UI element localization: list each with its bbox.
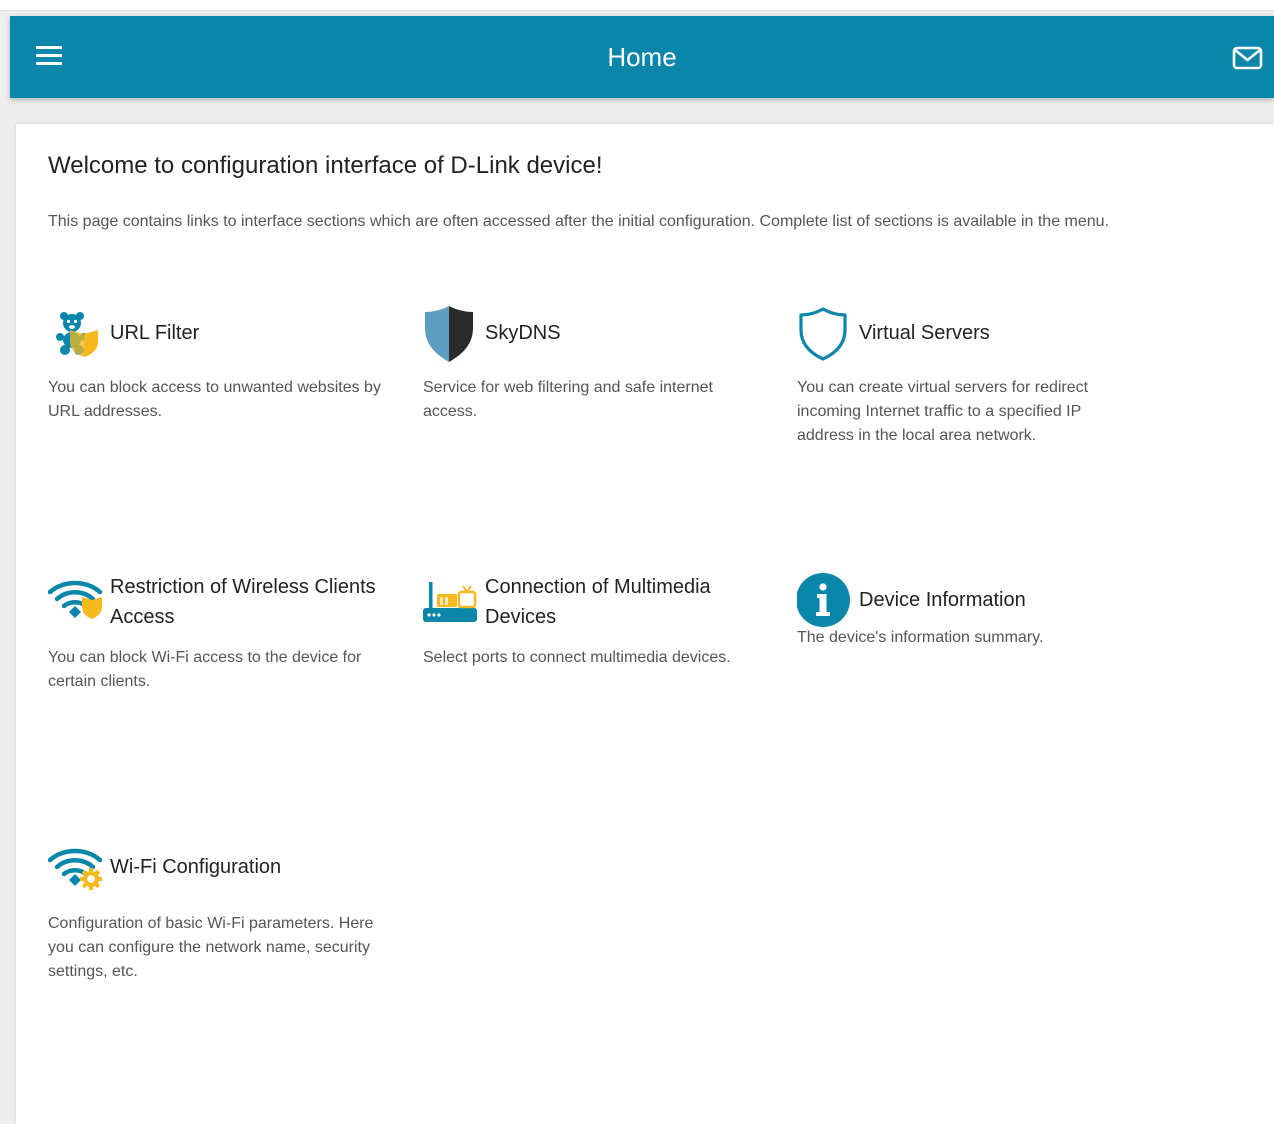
shield-outline-icon (797, 304, 853, 364)
skydns-shield-icon (423, 304, 479, 364)
tile-wireless-restriction[interactable]: Restriction of Wireless Clients Access Y… (47, 572, 388, 694)
mail-icon[interactable] (1232, 44, 1264, 72)
teddy-bear-shield-icon (48, 304, 104, 364)
tile-title: Virtual Servers (859, 322, 990, 344)
welcome-heading: Welcome to configuration interface of D-… (48, 152, 603, 179)
intro-text: This page contains links to interface se… (48, 213, 1110, 230)
tile-url-filter[interactable]: URL Filter You can block access to unwan… (48, 304, 388, 424)
tile-device-information[interactable]: Device Information The device's informat… (796, 572, 1137, 650)
tile-description: Configuration of basic Wi-Fi parameters.… (48, 915, 374, 980)
tile-multimedia-devices[interactable]: Connection of Multimedia Devices Select … (423, 572, 763, 670)
tile-description: You can block access to unwanted website… (48, 379, 381, 420)
tile-title: URL Filter (110, 322, 200, 344)
tile-skydns[interactable]: SkyDNS Service for web filtering and saf… (423, 304, 763, 424)
tile-description: Service for web filtering and safe inter… (423, 379, 713, 420)
tile-description: You can block Wi-Fi access to the device… (48, 649, 362, 690)
tile-title: Connection of Multimedia Devices (485, 576, 711, 628)
info-circle-icon (796, 572, 853, 632)
wifi-gear-icon (47, 846, 104, 906)
top-header-bar: Home (10, 16, 1274, 98)
tile-wifi-configuration[interactable]: Wi-Fi Configuration Configuration of bas… (47, 844, 388, 984)
router-tv-icon (423, 578, 479, 638)
tile-virtual-servers[interactable]: Virtual Servers You can create virtual s… (797, 304, 1137, 448)
tile-description: You can create virtual servers for redir… (797, 379, 1089, 444)
tile-title: Device Information (859, 589, 1026, 611)
browser-top-strip (0, 0, 1274, 11)
page-frame: Home Welcome to configuration interface … (0, 0, 1274, 1124)
wifi-shield-icon (47, 576, 104, 636)
home-content-card: Welcome to configuration interface of D-… (16, 124, 1274, 1124)
page-title: Home (607, 42, 677, 72)
tile-description: Select ports to connect multimedia devic… (423, 649, 731, 666)
tile-title: Wi-Fi Configuration (110, 856, 282, 878)
tile-title: Restriction of Wireless Clients Access (110, 576, 376, 628)
tile-title: SkyDNS (485, 322, 561, 344)
